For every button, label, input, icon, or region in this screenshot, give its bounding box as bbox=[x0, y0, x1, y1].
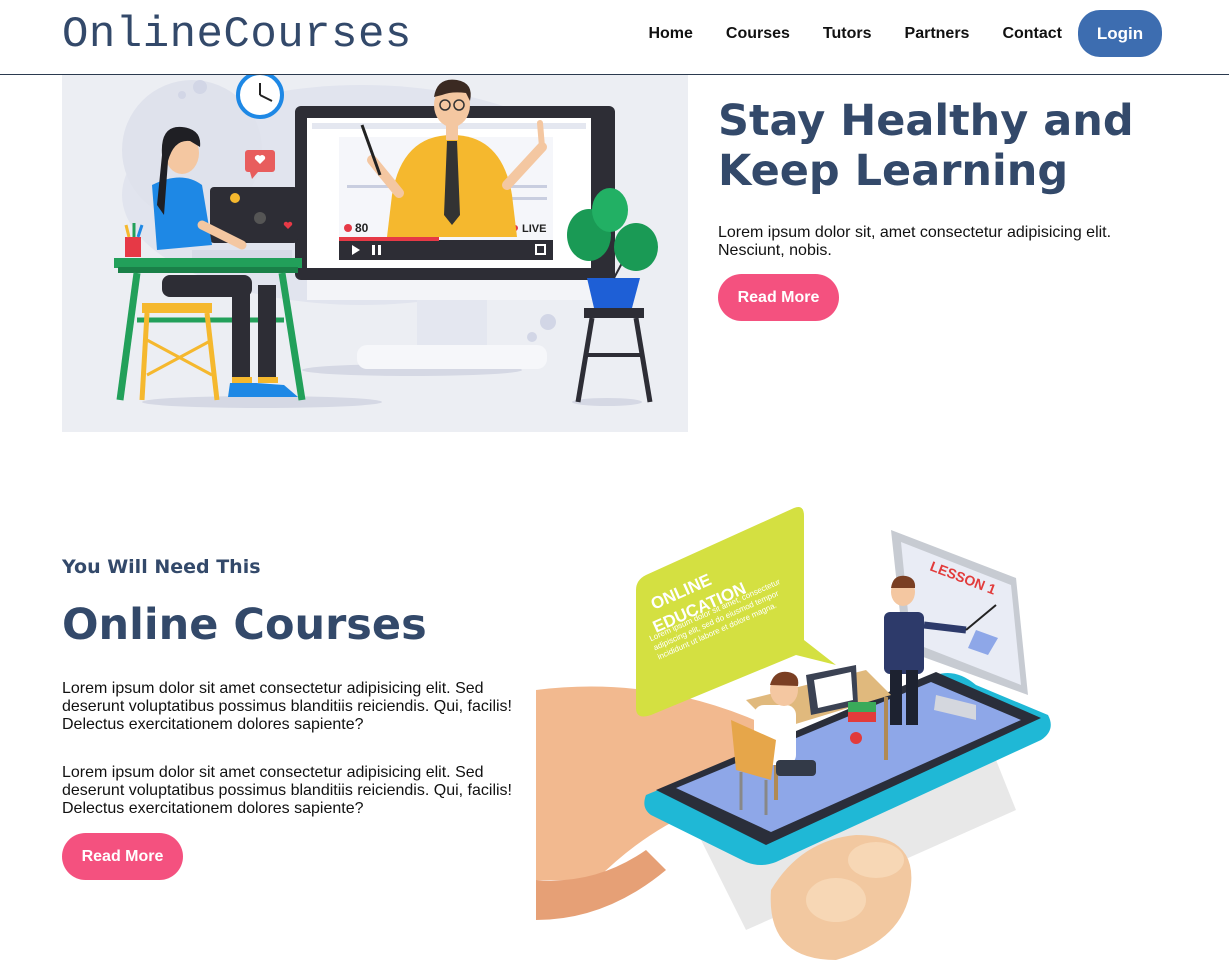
phone-classroom-illustration: ONLINE EDUCATION Lorem ipsum dolor sit a… bbox=[536, 507, 1051, 960]
nav-link-tutors[interactable]: Tutors bbox=[823, 25, 872, 43]
courses-paragraph-2: Lorem ipsum dolor sit amet consectetur a… bbox=[62, 764, 512, 817]
online-education-illustration: ONLINE EDUCATION Lorem ipsum dolor sit a… bbox=[536, 490, 1136, 967]
hero-title: Stay Healthy and Keep Learning bbox=[718, 96, 1134, 196]
login-button[interactable]: Login bbox=[1078, 10, 1162, 57]
nav-link-partners[interactable]: Partners bbox=[905, 25, 970, 43]
live-label: LIVE bbox=[522, 223, 546, 235]
hero-read-more-button[interactable]: Read More bbox=[718, 274, 839, 321]
hero-illustration: 80 LIVE bbox=[62, 75, 688, 432]
courses-subtitle: You Will Need This bbox=[62, 556, 261, 578]
site-logo[interactable]: OnlineCourses bbox=[62, 10, 412, 60]
courses-read-more-button[interactable]: Read More bbox=[62, 833, 183, 880]
nav-link-home[interactable]: Home bbox=[648, 25, 692, 43]
hero-description: Lorem ipsum dolor sit, amet consectetur … bbox=[718, 224, 1112, 259]
teacher-live-stream-illustration: 80 LIVE bbox=[114, 75, 658, 408]
courses-paragraph-1: Lorem ipsum dolor sit amet consectetur a… bbox=[62, 680, 512, 733]
main-nav: Home Courses Tutors Partners Contact Log… bbox=[648, 10, 1162, 57]
nav-link-contact[interactable]: Contact bbox=[1002, 25, 1062, 43]
viewer-count: 80 bbox=[355, 221, 369, 235]
clock-icon bbox=[236, 75, 284, 119]
courses-title: Online Courses bbox=[62, 600, 427, 650]
site-header: OnlineCourses Home Courses Tutors Partne… bbox=[0, 0, 1229, 75]
nav-link-courses[interactable]: Courses bbox=[726, 25, 790, 43]
